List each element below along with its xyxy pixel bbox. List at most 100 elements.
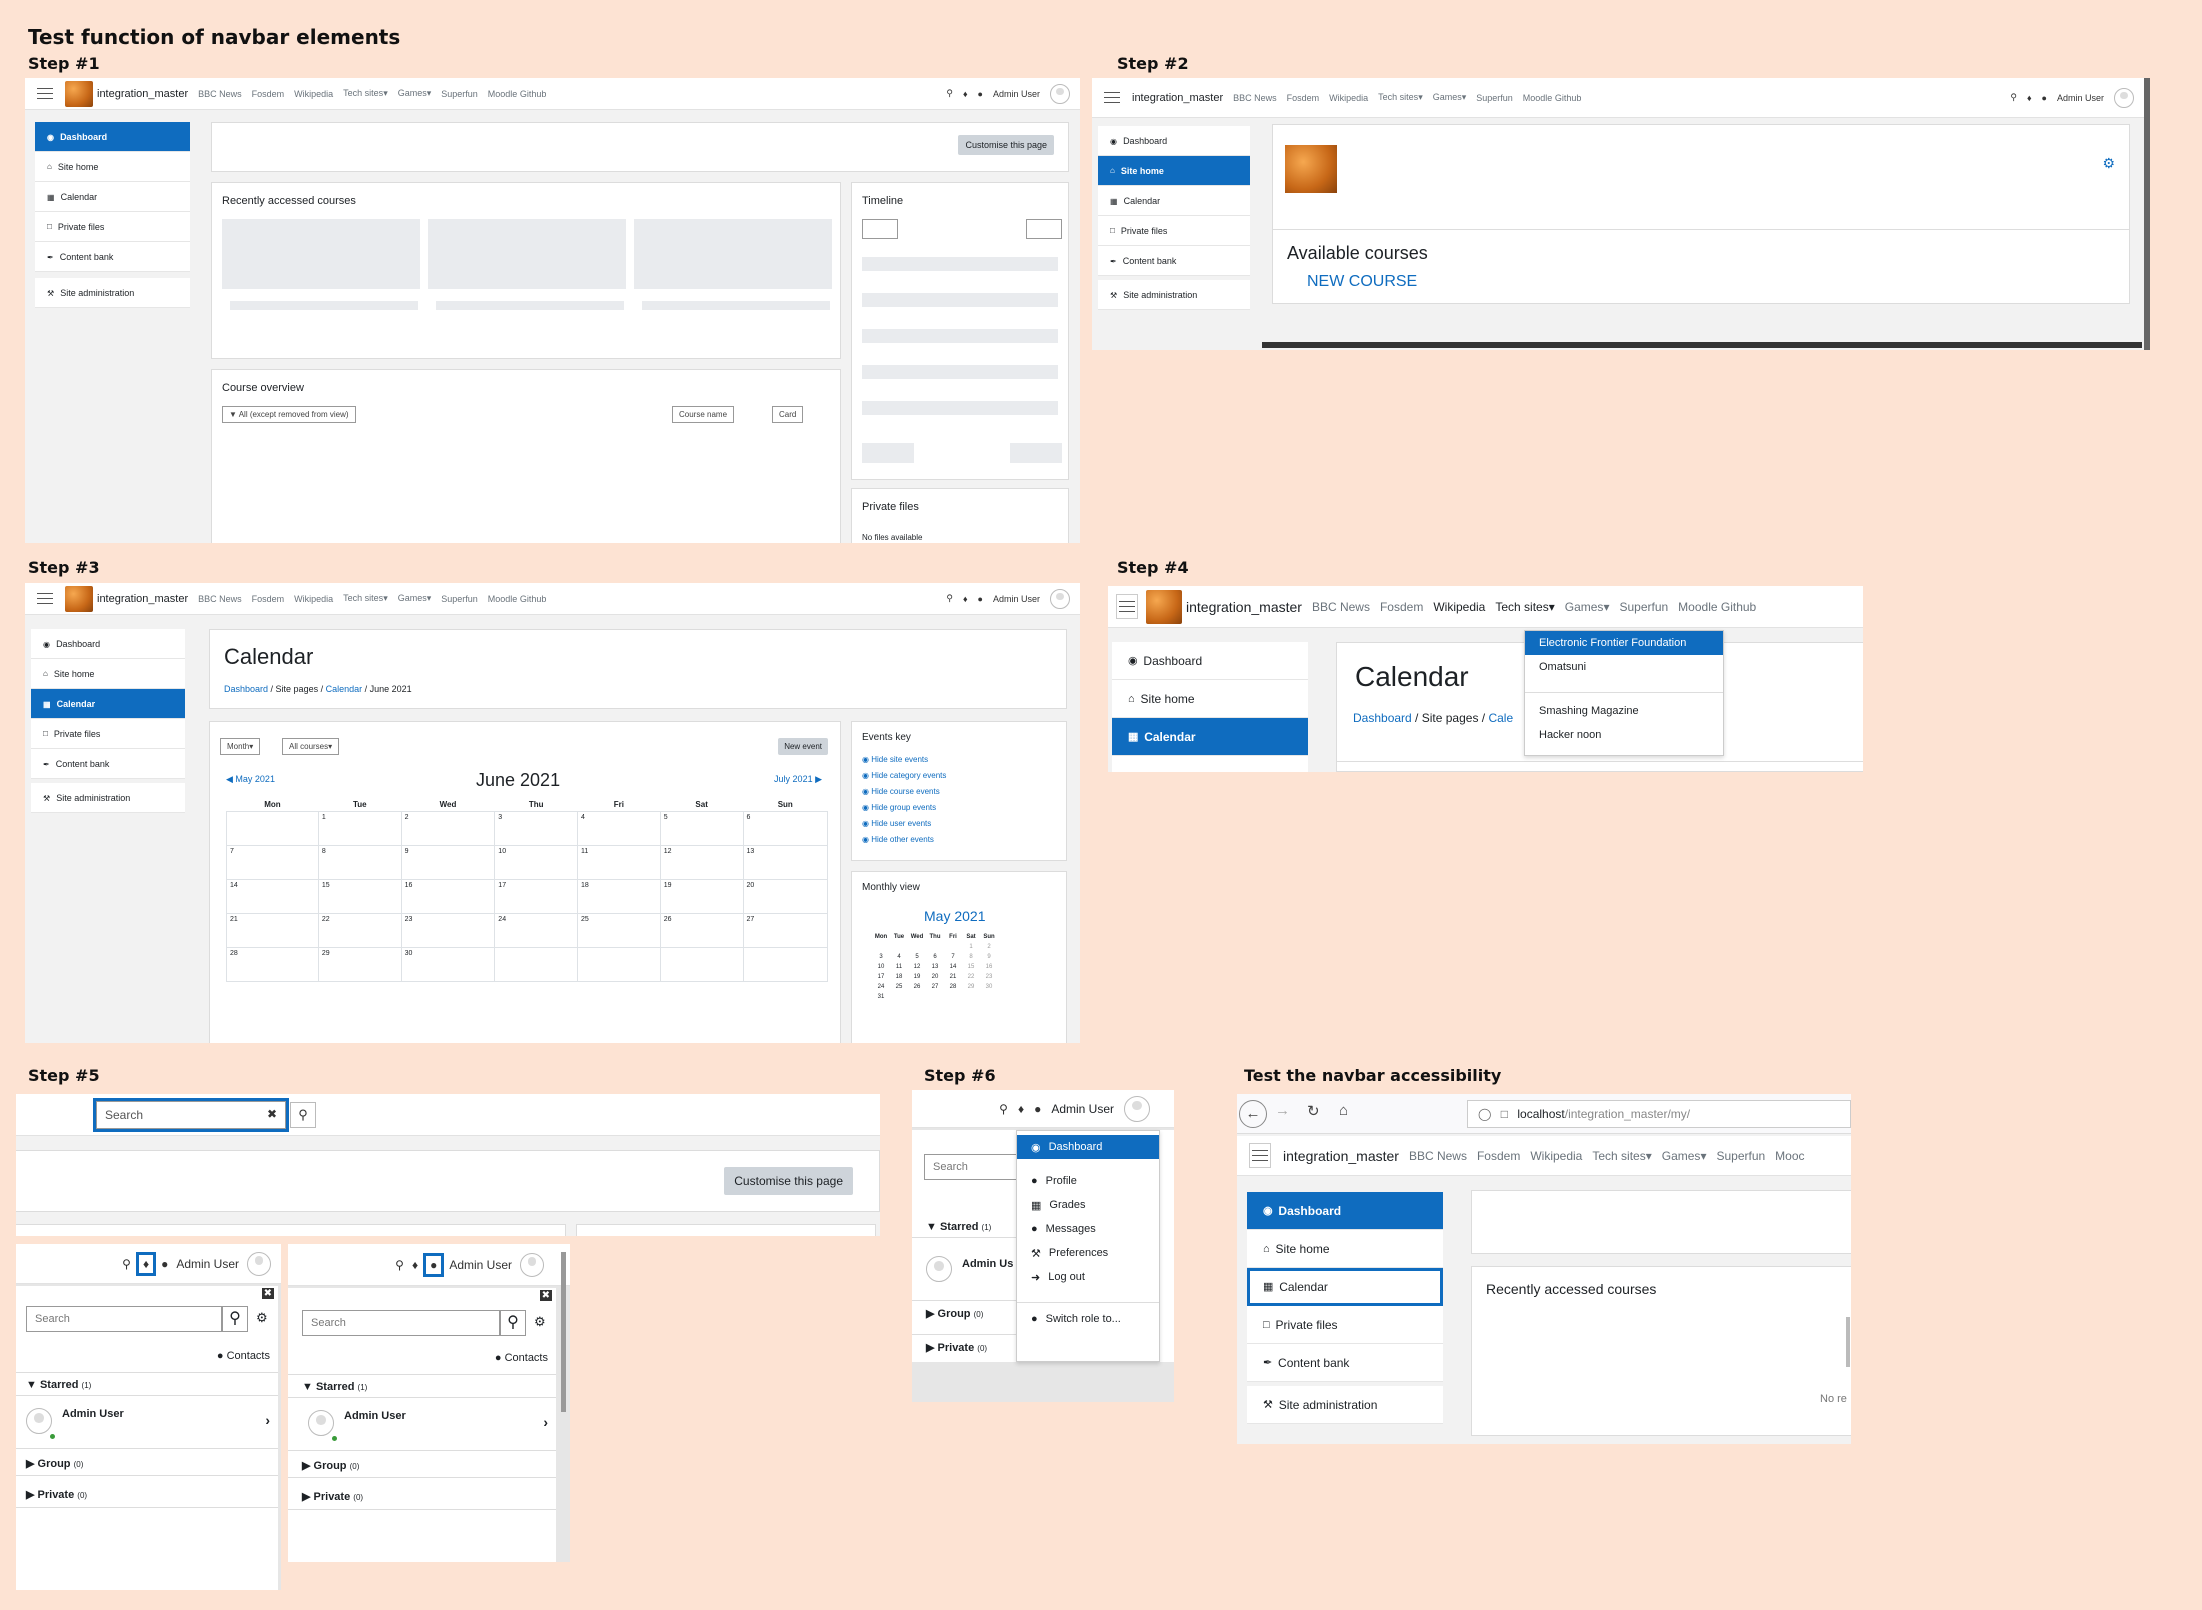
calendar-day[interactable]: 5 (659, 811, 744, 846)
side-item-content-bank[interactable]: ✒ Content bank (35, 242, 190, 272)
calendar-day[interactable]: 18 (577, 879, 661, 914)
month-dropdown[interactable]: Month▾ (220, 738, 261, 755)
search-icon[interactable]: ⚲ (395, 1258, 404, 1272)
prev-month-link[interactable]: ◀ May 2021 (226, 774, 275, 785)
hamburger-icon[interactable] (1116, 594, 1138, 619)
courses-dropdown[interactable]: All courses▾ (282, 738, 340, 755)
nav-link-moodle-github[interactable]: Moodle Github (488, 594, 547, 604)
side-item-calendar[interactable]: ▦ Calendar (1098, 186, 1250, 216)
site-name[interactable]: integration_master (1186, 599, 1302, 615)
side-item-calendar[interactable]: ▦ Calendar (35, 182, 190, 212)
site-logo[interactable] (1146, 589, 1182, 624)
nav-link-fosdem[interactable]: Fosdem (252, 594, 285, 604)
reload-button[interactable]: ↻ (1307, 1102, 1320, 1120)
calendar-day[interactable]: 25 (577, 913, 661, 948)
chat-icon[interactable]: ● (161, 1257, 168, 1271)
calendar-day[interactable]: 23 (400, 913, 496, 948)
menu-item-hacker-noon[interactable]: Hacker noon (1525, 723, 1723, 747)
nav-link-fosdem[interactable]: Fosdem (1287, 93, 1320, 103)
side-item-site-home[interactable]: ⌂ Site home (1112, 680, 1308, 718)
contact-row[interactable]: Admin User › (288, 1402, 556, 1446)
side-item-dashboard[interactable]: ◉ Dashboard (1098, 126, 1250, 156)
nav-link-bbc[interactable]: BBC News (1233, 93, 1277, 103)
horizontal-scrollbar[interactable] (1262, 342, 2142, 348)
search-icon[interactable]: ⚲ (946, 593, 953, 604)
bell-icon[interactable]: ♦ (2027, 93, 2032, 103)
search-icon[interactable]: ⚲ (999, 1102, 1008, 1116)
calendar-day[interactable]: 20 (742, 879, 828, 914)
gear-icon[interactable]: ⚙ (256, 1310, 268, 1326)
calendar-day[interactable]: 27 (742, 913, 828, 948)
new-course-link[interactable]: NEW COURSE (1307, 273, 1417, 291)
search-icon[interactable]: ⚲ (122, 1257, 131, 1271)
nav-link-superfun[interactable]: Superfun (1476, 93, 1513, 103)
nav-link-tech-sites[interactable]: Tech sites▾ (1592, 1149, 1651, 1163)
calendar-day[interactable]: 29 (317, 947, 402, 982)
starred-section[interactable]: ▼ Starred (1) (16, 1372, 278, 1396)
calendar-day[interactable]: 11 (577, 845, 661, 880)
nav-link-wikipedia[interactable]: Wikipedia (1329, 93, 1368, 103)
calendar-day[interactable]: 16 (400, 879, 496, 914)
nav-link-superfun[interactable]: Superfun (441, 594, 478, 604)
side-item-dashboard[interactable]: ◉ Dashboard (1247, 1192, 1443, 1230)
side-item-calendar[interactable]: ▦ Calendar (31, 689, 185, 719)
bell-icon[interactable]: ♦ (963, 594, 968, 604)
user-menu-dashboard[interactable]: ◉ Dashboard (1017, 1135, 1159, 1159)
side-item-site-admin[interactable]: ⚒ Site administration (1098, 280, 1250, 310)
site-logo[interactable] (65, 585, 93, 612)
side-item-site-home[interactable]: ⌂ Site home (35, 152, 190, 182)
side-item-private-files[interactable]: □ Private files (1098, 216, 1250, 246)
filter-dropdown[interactable]: ▼ All (except removed from view) (222, 406, 356, 423)
search-submit[interactable]: ⚲ (290, 1102, 316, 1128)
user-menu-profile[interactable]: ● Profile (1017, 1169, 1159, 1193)
calendar-day[interactable]: 21 (226, 913, 319, 948)
gear-icon[interactable]: ⚙ (2102, 155, 2115, 172)
nav-link-games[interactable]: Games▾ (1433, 92, 1467, 103)
calendar-day[interactable]: 13 (742, 845, 828, 880)
nav-link-superfun[interactable]: Superfun (1716, 1149, 1765, 1163)
event-toggle-course[interactable]: ◉ Hide course events (862, 784, 946, 800)
chat-icon[interactable]: ● (978, 89, 983, 99)
menu-item-eff[interactable]: Electronic Frontier Foundation (1525, 631, 1723, 655)
calendar-day[interactable]: 17 (494, 879, 579, 914)
calendar-day[interactable]: 1 (317, 811, 402, 846)
chat-icon[interactable]: ● (423, 1252, 445, 1277)
nav-link-moodle-github[interactable]: Moodle Github (1678, 600, 1756, 614)
side-item-site-home[interactable]: ⌂ Site home (1247, 1230, 1443, 1268)
close-icon[interactable]: ✖ (267, 1107, 277, 1121)
bell-icon[interactable]: ♦ (1018, 1102, 1024, 1116)
customise-button[interactable]: Customise this page (724, 1167, 853, 1195)
home-icon[interactable]: ⌂ (1339, 1102, 1348, 1119)
vertical-scrollbar[interactable] (561, 1252, 566, 1412)
user-name[interactable]: Admin User (449, 1258, 512, 1272)
chat-icon[interactable]: ● (978, 594, 983, 604)
nav-link-tech-sites[interactable]: Tech sites▾ (1495, 600, 1554, 614)
calendar-day[interactable]: 12 (659, 845, 744, 880)
contact-row[interactable]: Admin User › (16, 1400, 278, 1444)
side-item-content-bank[interactable]: ✒ Content bank (31, 749, 185, 779)
back-button[interactable]: ← (1239, 1100, 1267, 1128)
sort-dropdown[interactable]: Course name (672, 406, 735, 423)
side-item-site-home[interactable]: ⌂ Site home (31, 659, 185, 689)
breadcrumb-calendar[interactable]: Calendar (326, 684, 363, 694)
mini-month-title[interactable]: May 2021 (924, 908, 985, 924)
new-event-button[interactable]: New event (778, 738, 828, 755)
side-item-private-files[interactable]: □ Private files (31, 719, 185, 749)
private-section[interactable]: ▶ Private (0) (912, 1334, 1032, 1358)
nav-link-wikipedia[interactable]: Wikipedia (1433, 600, 1485, 614)
url-bar[interactable]: ◯ □ localhost/integration_master/my/ (1467, 1100, 1851, 1128)
hamburger-icon[interactable] (1249, 1143, 1271, 1168)
breadcrumb-dashboard[interactable]: Dashboard (224, 684, 268, 694)
nav-link-games[interactable]: Games▾ (1565, 600, 1610, 614)
calendar-day[interactable]: 15 (317, 879, 402, 914)
side-item-private-files[interactable] (1112, 756, 1308, 772)
side-item-content-bank[interactable]: ✒ Content bank (1247, 1344, 1443, 1382)
bell-icon[interactable]: ♦ (412, 1258, 418, 1272)
vertical-scrollbar[interactable] (1846, 1317, 1850, 1367)
private-section[interactable]: ▶ Private (0) (288, 1482, 556, 1510)
menu-item-smashing[interactable]: Smashing Magazine (1525, 699, 1723, 723)
calendar-day[interactable]: 6 (742, 811, 828, 846)
nav-link-games[interactable]: Games▾ (1662, 1149, 1707, 1163)
search-icon[interactable]: ⚲ (222, 1306, 248, 1332)
side-item-site-admin[interactable]: ⚒ Site administration (1247, 1386, 1443, 1424)
